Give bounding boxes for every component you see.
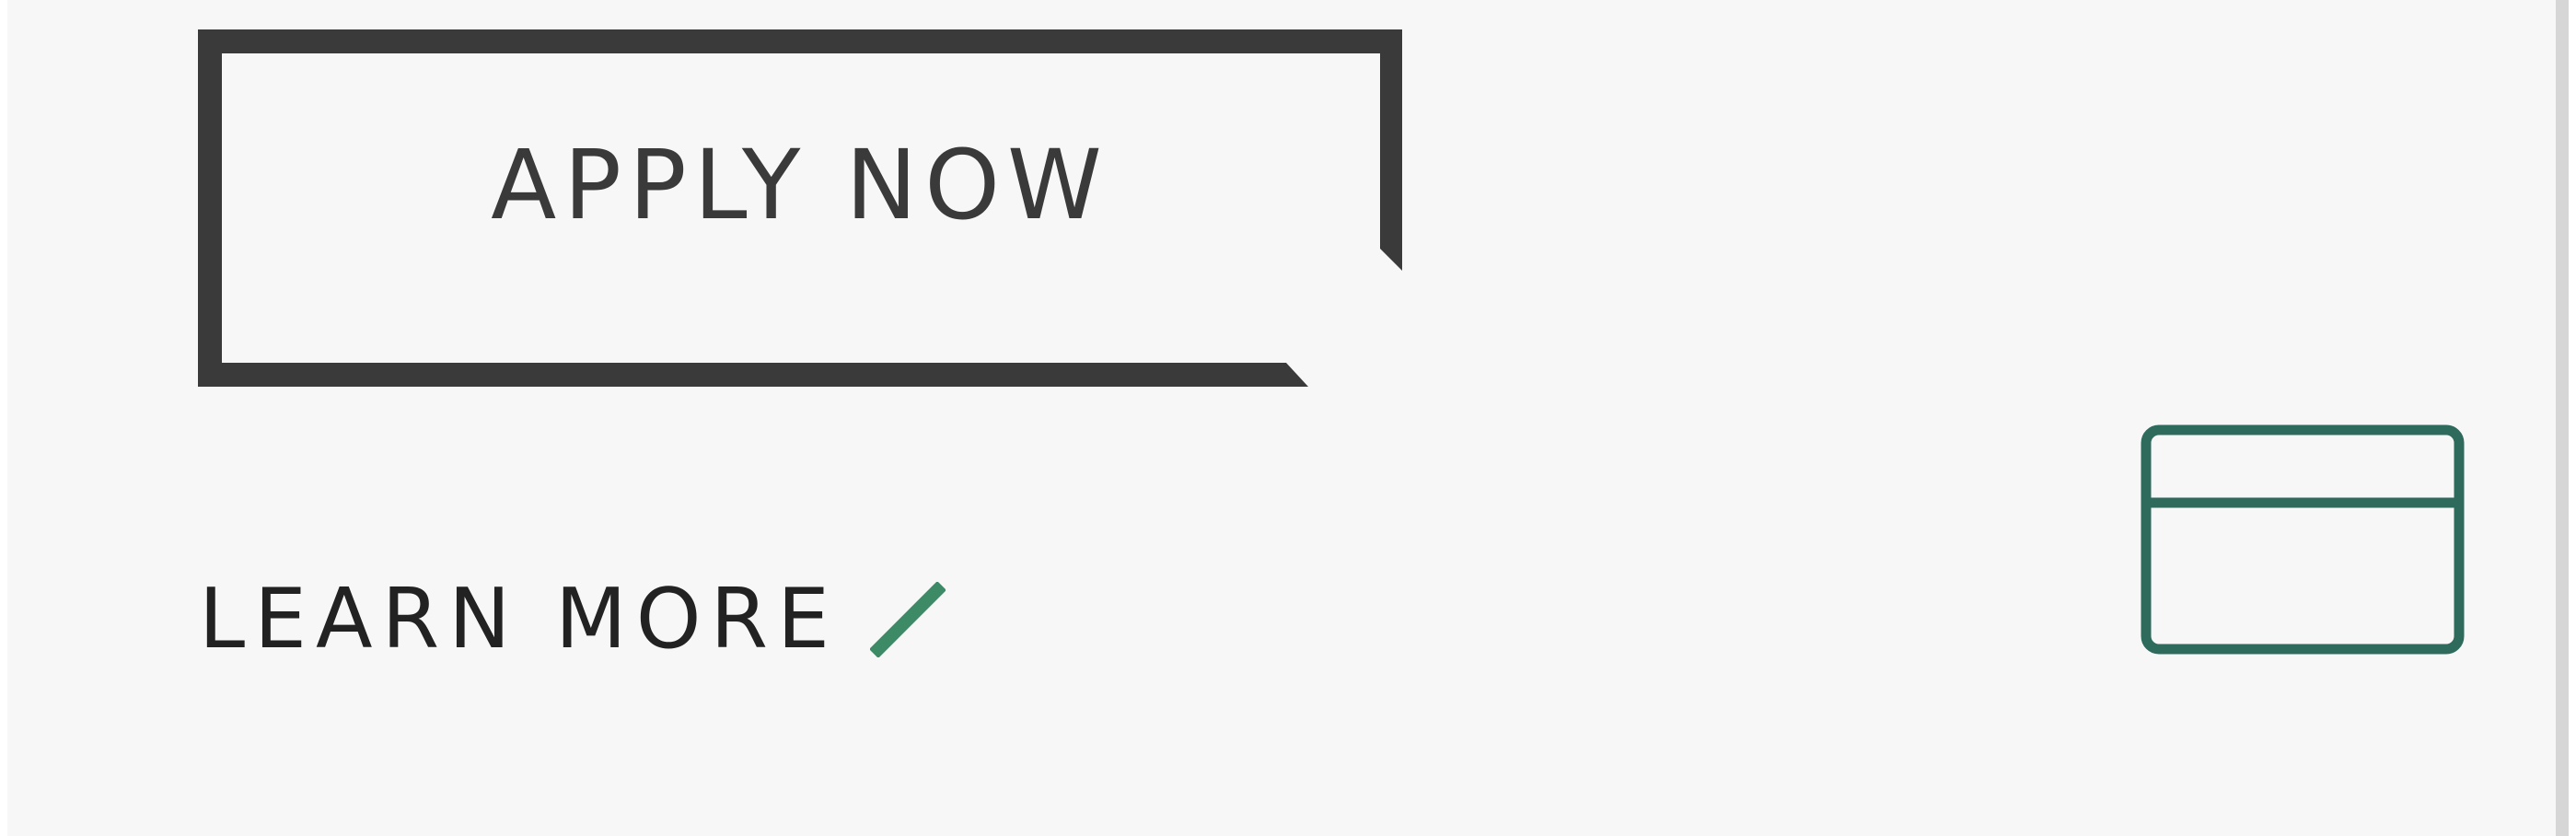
scrollbar[interactable] bbox=[2556, 0, 2569, 836]
apply-now-label: APPLY NOW bbox=[491, 129, 1109, 241]
diagonal-arrow-icon bbox=[869, 582, 946, 657]
credit-card-icon bbox=[2141, 424, 2465, 655]
learn-more-link[interactable]: LEARN MORE bbox=[199, 571, 946, 668]
apply-now-button[interactable]: APPLY NOW bbox=[198, 29, 1402, 387]
learn-more-label: LEARN MORE bbox=[199, 571, 839, 668]
